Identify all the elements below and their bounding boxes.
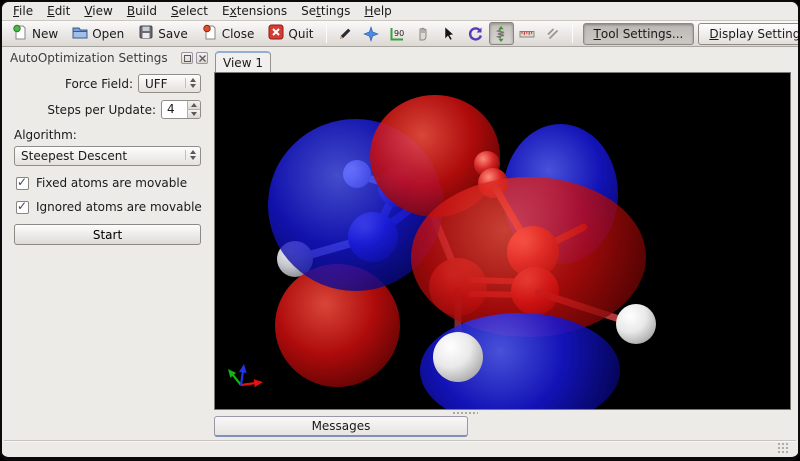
viewport-3d[interactable] <box>214 72 791 410</box>
spring-icon <box>493 26 509 42</box>
x-axis <box>241 383 257 385</box>
toolbar-separator <box>326 25 327 43</box>
insert-fragment-tool[interactable] <box>541 22 566 45</box>
menu-file[interactable]: File <box>6 3 40 19</box>
application-window: FileEditViewBuildSelectExtensionsSetting… <box>0 0 800 461</box>
menu-extensions[interactable]: Extensions <box>215 3 294 19</box>
navigate-star-icon <box>363 26 379 42</box>
measure-tool[interactable] <box>515 22 540 45</box>
svg-text:90: 90 <box>394 29 404 38</box>
combo-arrows-icon <box>185 150 196 160</box>
open-folder-icon <box>72 24 88 43</box>
y-axis <box>232 373 241 385</box>
close-icon <box>199 55 206 62</box>
selection-tool[interactable] <box>437 22 462 45</box>
autooptimization-panel: AutoOptimization Settings Force Field: U… <box>4 48 213 437</box>
file-actions-group: New Open Save Close Quit <box>6 22 320 45</box>
ignored-atoms-label: Ignored atoms are movable <box>36 200 202 214</box>
menu-settings[interactable]: Settings <box>294 3 357 19</box>
menu-help[interactable]: Help <box>357 3 398 19</box>
toolbar-separator <box>572 25 573 43</box>
menu-view[interactable]: View <box>77 3 119 19</box>
force-field-value: UFF <box>145 77 168 91</box>
algorithm-select[interactable]: Steepest Descent <box>14 146 201 166</box>
atom-hydrogen <box>433 332 483 382</box>
splitter-handle[interactable] <box>452 411 478 415</box>
manipulate-tool[interactable] <box>411 22 436 45</box>
pencil-icon <box>337 26 353 42</box>
close-document-icon <box>202 24 218 43</box>
algorithm-label: Algorithm: <box>14 128 213 142</box>
autooptimize-tool[interactable] <box>489 22 514 45</box>
toolbar-button-label: New <box>32 27 58 41</box>
tool-settings-button[interactable]: Tool Settings... <box>583 23 695 45</box>
spin-down-button[interactable] <box>188 109 200 118</box>
rotate-swirl-icon <box>467 26 483 42</box>
steps-per-update-label: Steps per Update: <box>47 103 156 117</box>
fixed-atoms-label: Fixed atoms are movable <box>36 176 187 190</box>
display-settings-button[interactable]: Display Settings... <box>698 23 800 45</box>
toolbar: New Open Save Close Quit 90 Tool Settings...… <box>2 20 798 47</box>
float-button[interactable] <box>181 52 193 64</box>
quit-icon <box>268 24 284 43</box>
force-field-label: Force Field: <box>65 77 133 91</box>
tools-group: 90 <box>333 22 566 45</box>
tab-view-1[interactable]: View 1 <box>215 51 271 73</box>
bond-centric-tool[interactable]: 90 <box>385 22 410 45</box>
ignored-atoms-checkbox[interactable] <box>16 201 29 214</box>
toolbar-button-label: Save <box>158 27 187 41</box>
algorithm-value: Steepest Descent <box>21 149 127 163</box>
toolbar-button-label: Open <box>92 27 124 41</box>
navigate-tool[interactable] <box>359 22 384 45</box>
close-button[interactable]: Close <box>196 22 261 45</box>
z-axis-arrowhead <box>239 364 247 373</box>
select-arrow-icon <box>441 26 457 42</box>
y-axis-arrowhead <box>228 369 236 378</box>
fixed-atoms-checkbox[interactable] <box>16 177 29 190</box>
menu-build[interactable]: Build <box>120 3 164 19</box>
open-button[interactable]: Open <box>66 22 130 45</box>
x-axis-arrowhead <box>254 379 263 387</box>
diagonal-lines-icon <box>545 26 561 42</box>
atom-hydrogen <box>616 304 656 344</box>
tab-label: View 1 <box>223 56 263 70</box>
steps-value: 4 <box>162 101 187 118</box>
float-icon <box>184 55 191 62</box>
messages-label: Messages <box>312 419 371 433</box>
menu-select[interactable]: Select <box>164 3 215 19</box>
z-axis <box>241 370 243 385</box>
rotate-tool[interactable] <box>463 22 488 45</box>
messages-toggle[interactable]: Messages <box>214 416 468 437</box>
settings-buttons-group: Tool Settings...Display Settings... <box>579 23 800 45</box>
combo-arrows-icon <box>185 78 196 88</box>
spinner-buttons <box>187 101 200 118</box>
dock-close-button[interactable] <box>196 52 208 64</box>
steps-per-update-input[interactable]: 4 <box>161 100 201 119</box>
save-button[interactable]: Save <box>132 22 193 45</box>
menu-bar: FileEditViewBuildSelectExtensionsSetting… <box>2 2 798 20</box>
spin-up-button[interactable] <box>188 101 200 109</box>
resize-grip[interactable] <box>777 442 790 454</box>
menu-edit[interactable]: Edit <box>40 3 77 19</box>
panel-title: AutoOptimization Settings <box>10 51 178 65</box>
ruler-icon <box>519 26 535 42</box>
save-icon <box>138 24 154 43</box>
new-button[interactable]: New <box>6 22 64 45</box>
draw-tool[interactable] <box>333 22 358 45</box>
status-bar <box>4 440 796 457</box>
toolbar-button-label: Close <box>222 27 255 41</box>
angle-90-icon: 90 <box>389 26 405 42</box>
force-field-select[interactable]: UFF <box>138 74 201 93</box>
start-button[interactable]: Start <box>14 224 201 245</box>
toolbar-button-label: Quit <box>288 27 313 41</box>
hand-icon <box>415 26 431 42</box>
panel-header: AutoOptimization Settings <box>4 48 213 67</box>
quit-button[interactable]: Quit <box>262 22 319 45</box>
new-document-icon <box>12 24 28 43</box>
